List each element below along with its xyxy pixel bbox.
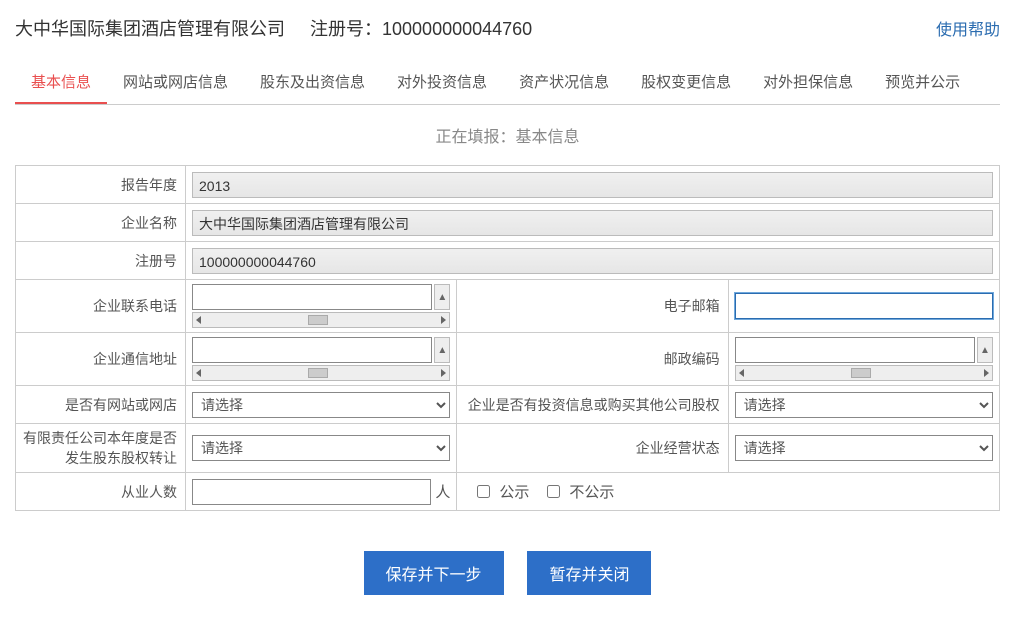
company-title: 大中华国际集团酒店管理有限公司: [15, 19, 285, 39]
scroll-h-icon[interactable]: [735, 365, 993, 381]
input-employee[interactable]: [192, 479, 431, 505]
field-company-name: 大中华国际集团酒店管理有限公司: [192, 210, 993, 236]
reg-no: 100000000044760: [382, 19, 532, 39]
publish-label: 公示: [499, 481, 529, 502]
input-phone[interactable]: [192, 284, 432, 310]
label-postal: 邮政编码: [457, 333, 728, 386]
form-table: 报告年度 2013 企业名称 大中华国际集团酒店管理有限公司 注册号 10000…: [15, 165, 1000, 511]
tab-basic-info[interactable]: 基本信息: [15, 61, 107, 104]
employee-unit: 人: [435, 481, 450, 502]
field-report-year: 2013: [192, 172, 993, 198]
input-postal[interactable]: [735, 337, 975, 363]
scroll-v-icon[interactable]: ▲: [977, 337, 993, 363]
label-company-name: 企业名称: [16, 204, 186, 242]
label-email: 电子邮箱: [457, 280, 728, 333]
header: 大中华国际集团酒店管理有限公司 注册号：100000000044760 使用帮助: [15, 15, 1000, 41]
label-report-year: 报告年度: [16, 166, 186, 204]
subtitle: 正在填报：基本信息: [15, 105, 1000, 165]
label-has-web: 是否有网站或网店: [16, 386, 186, 424]
label-has-invest: 企业是否有投资信息或购买其他公司股权: [457, 386, 728, 424]
scroll-v-icon[interactable]: ▲: [434, 284, 450, 310]
checkbox-not-publish[interactable]: [547, 485, 560, 498]
select-has-transfer[interactable]: 请选择: [192, 435, 450, 461]
help-link[interactable]: 使用帮助: [936, 16, 1000, 40]
input-address[interactable]: [192, 337, 432, 363]
tab-preview-publish[interactable]: 预览并公示: [869, 61, 976, 104]
label-reg-no: 注册号: [16, 242, 186, 280]
label-has-transfer: 有限责任公司本年度是否发生股东股权转让: [16, 424, 186, 473]
checkbox-publish-wrap[interactable]: 公示: [473, 481, 529, 502]
header-left: 大中华国际集团酒店管理有限公司 注册号：100000000044760: [15, 15, 532, 41]
field-reg-no: 100000000044760: [192, 248, 993, 274]
tab-website-info[interactable]: 网站或网店信息: [107, 61, 244, 104]
save-next-button[interactable]: 保存并下一步: [364, 551, 504, 595]
tabs: 基本信息 网站或网店信息 股东及出资信息 对外投资信息 资产状况信息 股权变更信…: [15, 61, 1000, 105]
tab-guarantee[interactable]: 对外担保信息: [747, 61, 869, 104]
input-email[interactable]: [735, 293, 993, 319]
select-op-status[interactable]: 请选择: [735, 435, 993, 461]
tab-asset-status[interactable]: 资产状况信息: [503, 61, 625, 104]
label-address: 企业通信地址: [16, 333, 186, 386]
tab-equity-change[interactable]: 股权变更信息: [625, 61, 747, 104]
save-close-button[interactable]: 暂存并关闭: [527, 551, 651, 595]
checkbox-publish[interactable]: [477, 485, 490, 498]
tab-shareholder-info[interactable]: 股东及出资信息: [244, 61, 381, 104]
label-phone: 企业联系电话: [16, 280, 186, 333]
tab-outbound-invest[interactable]: 对外投资信息: [381, 61, 503, 104]
scroll-h-icon[interactable]: [192, 365, 450, 381]
not-publish-label: 不公示: [569, 481, 614, 502]
reg-label: 注册号：: [310, 19, 382, 39]
select-has-invest[interactable]: 请选择: [735, 392, 993, 418]
checkbox-not-publish-wrap[interactable]: 不公示: [543, 481, 614, 502]
select-has-web[interactable]: 请选择: [192, 392, 450, 418]
label-employee: 从业人数: [16, 473, 186, 511]
scroll-v-icon[interactable]: ▲: [434, 337, 450, 363]
label-op-status: 企业经营状态: [457, 424, 728, 473]
scroll-h-icon[interactable]: [192, 312, 450, 328]
button-row: 保存并下一步 暂存并关闭: [15, 551, 1000, 595]
